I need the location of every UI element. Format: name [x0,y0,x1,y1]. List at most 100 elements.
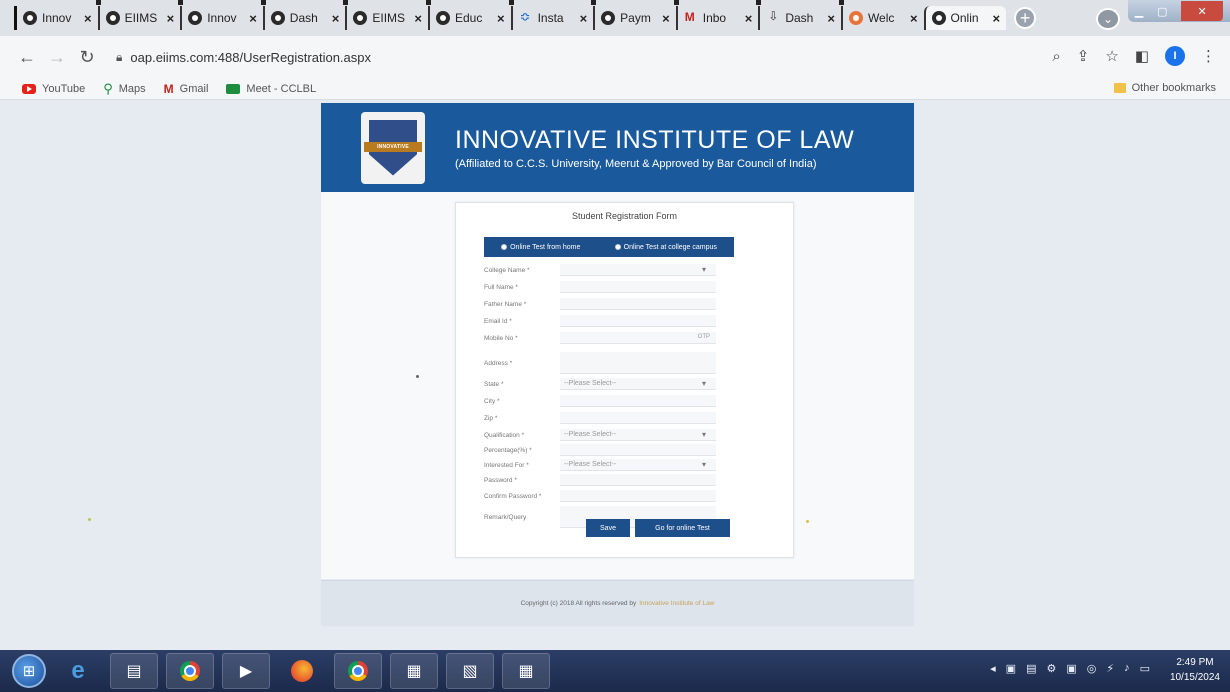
sidepanel-icon[interactable]: ◧ [1135,47,1149,65]
browser-tab[interactable]: Insta× [508,0,594,30]
address-textarea[interactable] [560,352,716,374]
father-name-input[interactable] [560,298,716,310]
confirm-row: Confirm Password * [484,489,716,503]
mobile-input[interactable]: OTP [560,332,716,344]
zip-input[interactable] [560,412,716,424]
browser-tab[interactable]: Innov × [14,6,98,30]
close-icon[interactable]: × [84,11,92,26]
document-icon[interactable]: ▦ [390,653,438,689]
otp-button[interactable]: OTP [698,334,710,340]
volume-icon[interactable]: ♪ [1124,662,1130,675]
youtube-icon [22,83,36,94]
start-button[interactable]: ⊞ [12,654,46,688]
profile-avatar[interactable]: I [1165,46,1185,66]
reload-icon[interactable]: ↻ [72,47,102,68]
chrome-icon[interactable] [334,653,382,689]
arrow-icon[interactable]: ◂ [990,662,996,675]
confirm-password-input[interactable] [560,490,716,502]
percentage-input[interactable] [560,444,716,456]
other-bookmarks[interactable]: Other bookmarks [1113,82,1216,94]
menu-icon[interactable]: ⋮ [1201,47,1216,65]
browser-tab[interactable]: Dash× [756,0,841,30]
tab-search-button[interactable]: ⌄ [1096,8,1120,30]
close-icon[interactable]: × [827,11,835,26]
system-tray: ◂ ▣ ▤ ⚙ ▣ ◎ ⚡ ♪ ▭ [990,662,1150,675]
browser-tab-active[interactable]: Onlin × [923,6,1007,30]
globe-icon [23,11,37,25]
close-icon[interactable]: × [993,11,1001,26]
online-test-button[interactable]: Go for online Test [635,519,730,537]
save-button[interactable]: Save [586,519,630,537]
tray-icon[interactable]: ◎ [1087,662,1097,675]
ie-icon[interactable]: e [54,653,102,689]
zoom-icon[interactable]: ⌕ [1052,48,1060,65]
gmail-icon: M [163,81,174,96]
qualification-select[interactable]: --Please Select-- ▾ [560,429,716,441]
close-icon[interactable]: × [332,11,340,26]
monitor-icon[interactable]: ▭ [1140,662,1150,675]
radio-dot-icon [501,244,508,250]
browser-tab[interactable]: EIIMS × [95,0,181,30]
clock[interactable]: 2:49 PM 10/15/2024 [1170,655,1220,685]
bookmark-gmail[interactable]: M Gmail [164,82,209,96]
browser-tab[interactable]: Dash× [260,0,346,30]
new-tab-button[interactable]: + [1014,7,1037,29]
fullname-row: Full Name * [484,280,716,294]
window-close-icon[interactable]: ✕ [1181,1,1224,21]
close-icon[interactable]: × [745,11,753,26]
close-icon[interactable]: × [167,11,175,26]
browser-tab[interactable]: Innov × [178,0,263,30]
bookmark-maps[interactable]: ⚲ Maps [103,81,145,97]
chrome-icon[interactable] [166,653,214,689]
college-select[interactable]: ▾ [560,264,716,276]
bookmark-youtube[interactable]: YouTube [22,83,85,95]
maximize-icon[interactable]: ▢ [1157,5,1167,18]
state-select[interactable]: --Please Select-- ▾ [560,378,716,390]
password-input[interactable] [560,474,716,486]
form-title: Student Registration Form [571,211,678,221]
spreadsheet-icon[interactable]: ▦ [502,653,550,689]
browser-tab[interactable]: EIIMS × [343,0,428,30]
close-icon[interactable]: × [414,11,422,26]
close-icon[interactable]: × [662,11,670,26]
test-mode-radios: Online Test from home Online Test at col… [484,237,734,257]
tray-icon[interactable]: ▣ [1066,662,1076,675]
close-icon[interactable]: × [497,11,505,26]
browser-tab[interactable]: Paym × [591,0,676,30]
window-controls: ▁ ▢ ✕ [1128,0,1230,22]
bookmark-meet[interactable]: Meet - CCLBL [226,83,316,95]
minimize-icon[interactable]: ▁ [1135,5,1143,18]
radio-home[interactable]: Online Test from home [501,244,580,251]
page-subtitle: (Affiliated to C.C.S. University, Meerut… [455,157,817,170]
share-icon[interactable]: ⇪ [1077,47,1090,65]
url-input[interactable]: oap.eiims.com:488/UserRegistration.aspx [130,50,371,65]
network-icon[interactable]: ⚡ [1106,662,1114,675]
back-icon[interactable]: ← [12,47,42,68]
firefox-icon[interactable] [278,653,326,689]
forward-icon[interactable]: → [42,47,72,68]
tray-icon[interactable]: ▣ [1006,662,1016,675]
globe-icon [435,11,450,25]
close-icon[interactable]: × [580,11,588,26]
media-icon[interactable]: ▶ [222,653,270,689]
browser-tab[interactable]: Inbo× [673,0,759,30]
image-icon[interactable]: ▧ [446,653,494,689]
percentage-row: Percentage(%) * [484,443,716,457]
close-icon[interactable]: × [910,11,918,26]
city-input[interactable] [560,395,716,407]
footer-link[interactable]: Innovative Institute of Law [639,600,714,607]
father-row: Father Name * [484,297,716,311]
fullname-input[interactable] [560,281,716,293]
email-field[interactable] [560,315,716,327]
tray-icon[interactable]: ▤ [1026,662,1036,675]
radio-campus[interactable]: Online Test at college campus [614,244,717,251]
close-icon[interactable]: × [249,11,257,26]
sync-icon [519,9,533,25]
browser-tab[interactable]: Educ × [425,0,511,30]
tray-icon[interactable]: ⚙ [1046,662,1056,675]
star-icon[interactable]: ☆ [1105,47,1118,65]
lock-icon[interactable]: 🔒︎ [116,50,122,65]
interested-select[interactable]: --Please Select-- ▾ [560,459,716,471]
explorer-icon[interactable]: ▤ [110,653,158,689]
browser-tab[interactable]: Welc × [838,0,924,30]
